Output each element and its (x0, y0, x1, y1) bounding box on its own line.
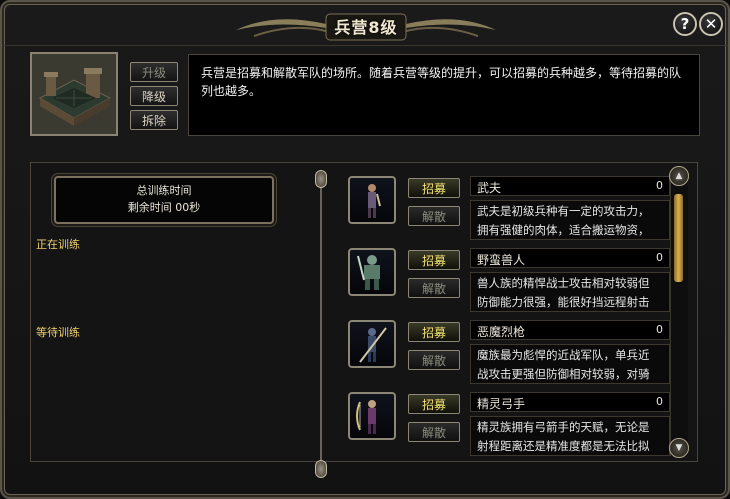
unit-name: 武夫 (477, 181, 502, 195)
unit-name-box: 精灵弓手 0 (470, 392, 670, 412)
building-image (30, 52, 118, 136)
help-button[interactable]: ? (673, 12, 697, 36)
title-bar: 兵营8级 ? ✕ (2, 2, 728, 46)
scroll-up-icon[interactable]: ▲ (669, 166, 689, 186)
unit-desc-line: 魔族最为彪悍的近战军队，单兵近 (477, 348, 650, 362)
disband-button[interactable]: 解散 (408, 278, 460, 298)
barracks-window: 兵营8级 ? ✕ 升级 降级 拆除 兵营是招募和解散军队的场所。随着兵营等级的提… (0, 0, 730, 499)
unit-description: 魔族最为彪悍的近战军队，单兵近 战攻击更强但防御相对较弱，对骑 (470, 344, 670, 384)
unit-count: 0 (656, 323, 663, 336)
building-description: 兵营是招募和解散军队的场所。随着兵营等级的提升，可以招募的兵种越多，等待招募的队… (188, 54, 700, 136)
recruit-button[interactable]: 招募 (408, 394, 460, 414)
recruit-button[interactable]: 招募 (408, 178, 460, 198)
unit-name: 精灵弓手 (477, 397, 526, 411)
unit-description: 精灵族拥有弓箭手的天赋，无论是 射程距离还是精准度都是无法比拟 (470, 416, 670, 456)
unit-desc-line: 精灵族拥有弓箭手的天赋，无论是 (477, 420, 650, 434)
unit-info: 恶魔烈枪 0 魔族最为彪悍的近战军队，单兵近 战攻击更强但防御相对较弱，对骑 (470, 320, 670, 386)
barracks-building-icon (32, 54, 116, 134)
waiting-label: 等待训练 (36, 326, 80, 339)
unit-desc-line: 拥有强健的肉体，适合搬运物资， (477, 223, 650, 237)
upgrade-button[interactable]: 升级 (130, 62, 178, 82)
window-title: 兵营8级 (334, 18, 398, 37)
disband-button[interactable]: 解散 (408, 350, 460, 370)
unit-count: 0 (656, 395, 663, 408)
unit-row: 招募 解散 野蛮兽人 0 兽人族的精悍战士攻击相对较弱但 防御能力很强，能很好挡… (348, 248, 670, 312)
unit-name: 野蛮兽人 (477, 253, 526, 267)
unit-desc-line: 武夫是初级兵种有一定的攻击力， (477, 204, 650, 218)
demolish-button[interactable]: 拆除 (130, 110, 178, 130)
unit-desc-line: 兽人族的精悍战士攻击相对较弱但 (477, 276, 650, 290)
disband-button[interactable]: 解散 (408, 206, 460, 226)
unit-count: 0 (656, 251, 663, 264)
recruit-button[interactable]: 招募 (408, 322, 460, 342)
divider-bottom-knob-icon (315, 460, 327, 478)
unit-name: 恶魔烈枪 (477, 325, 526, 339)
orc-icon (348, 248, 396, 296)
remaining-time: 剩余时间 00秒 (127, 201, 201, 214)
unit-row: 招募 解散 恶魔烈枪 0 魔族最为彪悍的近战军队，单兵近 战攻击更强但防御相对较… (348, 320, 670, 384)
divider-top-knob-icon (315, 170, 327, 188)
scroll-down-icon[interactable]: ▼ (669, 438, 689, 458)
unit-info: 野蛮兽人 0 兽人族的精悍战士攻击相对较弱但 防御能力很强，能很好挡远程射击 (470, 248, 670, 314)
unit-info: 精灵弓手 0 精灵族拥有弓箭手的天赋，无论是 射程距离还是精准度都是无法比拟 (470, 392, 670, 458)
demon-lancer-icon (348, 320, 396, 368)
unit-name-box: 恶魔烈枪 0 (470, 320, 670, 340)
unit-row: 招募 解散 精灵弓手 0 精灵族拥有弓箭手的天赋，无论是 射程距离还是精准度都是… (348, 392, 670, 456)
unit-row: 招募 解散 武夫 0 武夫是初级兵种有一定的攻击力， 拥有强健的肉体，适合搬运物… (348, 176, 670, 240)
title-ornament: 兵营8级 (234, 8, 498, 44)
unit-desc-line: 战攻击更强但防御相对较弱，对骑 (477, 367, 650, 381)
unit-description: 武夫是初级兵种有一定的攻击力， 拥有强健的肉体，适合搬运物资， (470, 200, 670, 240)
unit-description: 兽人族的精悍战士攻击相对较弱但 防御能力很强，能很好挡远程射击 (470, 272, 670, 312)
downgrade-button[interactable]: 降级 (130, 86, 178, 106)
help-icon: ? (680, 15, 690, 33)
warrior-icon (348, 176, 396, 224)
unit-name-box: 野蛮兽人 0 (470, 248, 670, 268)
close-button[interactable]: ✕ (699, 12, 723, 36)
recruit-button[interactable]: 招募 (408, 250, 460, 270)
unit-info: 武夫 0 武夫是初级兵种有一定的攻击力， 拥有强健的肉体，适合搬运物资， (470, 176, 670, 242)
unit-desc-line: 射程距离还是精准度都是无法比拟 (477, 439, 650, 453)
elf-archer-icon (348, 392, 396, 440)
scroll-thumb[interactable] (674, 194, 683, 282)
unit-name-box: 武夫 0 (470, 176, 670, 196)
disband-button[interactable]: 解散 (408, 422, 460, 442)
panel-divider (320, 174, 322, 474)
total-training-time-box: 总训练时间 剩余时间 00秒 (54, 176, 274, 224)
total-training-title: 总训练时间 (136, 184, 192, 197)
training-label: 正在训练 (36, 238, 80, 251)
unit-desc-line: 防御能力很强，能很好挡远程射击 (477, 295, 650, 309)
close-icon: ✕ (704, 15, 718, 33)
unit-count: 0 (656, 179, 663, 192)
